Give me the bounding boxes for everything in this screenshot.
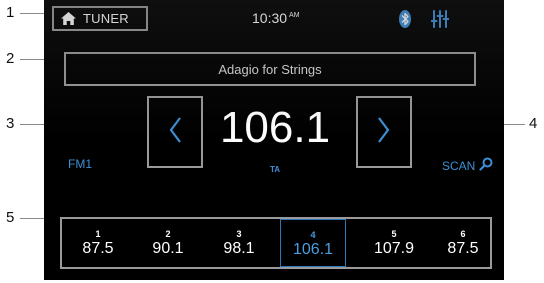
- preset-button-4[interactable]: 4 106.1: [280, 219, 346, 267]
- scan-label: SCAN: [442, 158, 476, 173]
- callout-5: 5: [6, 209, 15, 226]
- preset-button-3[interactable]: 3 98.1: [206, 219, 272, 267]
- preset-frequency: 107.9: [373, 240, 415, 257]
- preset-number: 4: [310, 230, 316, 240]
- preset-number: 3: [236, 229, 242, 239]
- preset-button-1[interactable]: 1 87.5: [65, 219, 131, 267]
- clock: 10:30 AM: [252, 10, 300, 26]
- callout-3: 3: [6, 115, 15, 132]
- callout-2: 2: [6, 50, 15, 67]
- home-button[interactable]: TUNER: [52, 6, 148, 31]
- preset-button-6[interactable]: 6 87.5: [430, 219, 496, 267]
- callout-4: 4: [529, 115, 538, 132]
- equalizer-icon[interactable]: [430, 10, 450, 33]
- tune-down-button[interactable]: [147, 96, 203, 168]
- preset-number: 6: [460, 229, 466, 239]
- preset-bar: 1 87.5 2 90.1 3 98.1 4 106.1 5 107.9 6 8…: [60, 217, 492, 269]
- preset-button-5[interactable]: 5 107.9: [361, 219, 427, 267]
- preset-frequency: 106.1: [292, 241, 334, 258]
- tune-up-button[interactable]: [356, 96, 412, 168]
- home-icon: [60, 11, 77, 26]
- preset-frequency: 87.5: [447, 240, 479, 257]
- preset-number: 5: [391, 229, 397, 239]
- chevron-left-icon: [168, 116, 182, 149]
- preset-frequency: 87.5: [82, 240, 114, 257]
- bluetooth-icon[interactable]: [399, 10, 411, 33]
- clock-suffix: AM: [289, 12, 300, 19]
- preset-frequency: 98.1: [223, 240, 255, 257]
- station-text-field: Adagio for Strings: [64, 52, 476, 86]
- callout-1: 1: [6, 4, 15, 21]
- preset-button-2[interactable]: 2 90.1: [135, 219, 201, 267]
- band-button[interactable]: FM1: [68, 157, 92, 171]
- tuner-screen: TUNER 10:30 AM Adagio for Strings 106.1 …: [44, 0, 504, 280]
- ta-indicator: TA: [269, 165, 281, 174]
- search-icon: [479, 157, 493, 174]
- frequency-display: 106.1: [219, 103, 331, 152]
- chevron-right-icon: [377, 116, 391, 149]
- preset-number: 1: [95, 229, 101, 239]
- preset-frequency: 90.1: [152, 240, 184, 257]
- scan-button[interactable]: SCAN: [442, 157, 493, 174]
- station-text: Adagio for Strings: [218, 61, 322, 77]
- clock-time: 10:30: [252, 10, 288, 26]
- source-label: TUNER: [83, 11, 129, 26]
- preset-number: 2: [165, 229, 171, 239]
